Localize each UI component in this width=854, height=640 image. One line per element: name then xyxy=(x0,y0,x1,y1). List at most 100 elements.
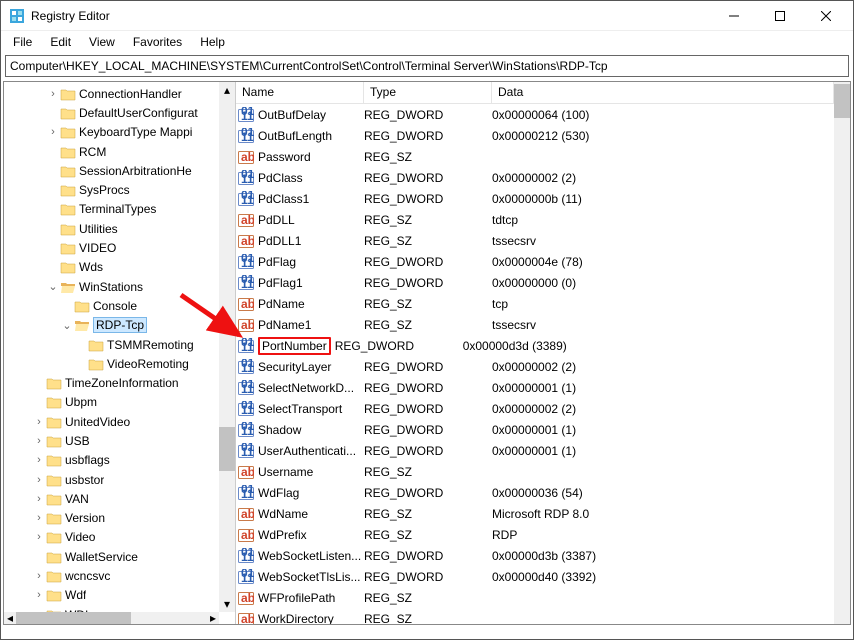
tree-vertical-scrollbar[interactable]: ▴ ▾ xyxy=(219,82,235,612)
tree-item[interactable]: ...⌄WinStations xyxy=(4,277,219,296)
folder-icon xyxy=(46,453,62,467)
value-type: REG_SZ xyxy=(364,234,492,248)
value-row[interactable]: 011110SelectTransportREG_DWORD0x00000002… xyxy=(236,398,834,419)
value-row[interactable]: 011110UserAuthenticati...REG_DWORD0x0000… xyxy=(236,440,834,461)
column-name[interactable]: Name xyxy=(236,82,364,103)
tree-item[interactable]: ..›wcncsvc xyxy=(4,566,219,585)
scrollbar-thumb[interactable] xyxy=(16,612,131,624)
value-row[interactable]: abWdPrefixREG_SZRDP xyxy=(236,524,834,545)
scrollbar-thumb[interactable] xyxy=(834,84,850,118)
menu-help[interactable]: Help xyxy=(192,33,233,51)
value-row[interactable]: 011110OutBufLengthREG_DWORD0x00000212 (5… xyxy=(236,125,834,146)
value-row[interactable]: 011110WebSocketListen...REG_DWORD0x00000… xyxy=(236,545,834,566)
tree-item[interactable]: ..›Wdf xyxy=(4,586,219,605)
tree-item[interactable]: ..›Version xyxy=(4,509,219,528)
value-row[interactable]: abWdNameREG_SZMicrosoft RDP 8.0 xyxy=(236,503,834,524)
tree-item[interactable]: ... SysProcs xyxy=(4,180,219,199)
folder-icon xyxy=(46,569,62,583)
svg-text:110: 110 xyxy=(241,130,254,144)
value-row[interactable]: 011110PortNumberREG_DWORD0x00000d3d (338… xyxy=(236,335,834,356)
tree-item[interactable]: ... TerminalTypes xyxy=(4,200,219,219)
tree-item[interactable]: ..›usbstor xyxy=(4,470,219,489)
value-type: REG_DWORD xyxy=(364,129,492,143)
scroll-right-icon[interactable]: ▸ xyxy=(207,612,219,624)
tree-horizontal-scrollbar[interactable]: ◂ ▸ xyxy=(4,612,219,624)
address-bar[interactable]: Computer\HKEY_LOCAL_MACHINE\SYSTEM\Curre… xyxy=(5,55,849,77)
scroll-down-icon[interactable]: ▾ xyxy=(219,596,235,612)
tree-item[interactable]: ..›UnitedVideo xyxy=(4,412,219,431)
column-type[interactable]: Type xyxy=(364,82,492,103)
tree-item[interactable]: ..... TSMMRemoting xyxy=(4,335,219,354)
folder-icon xyxy=(60,183,76,197)
value-data: 0x00000d3b (3387) xyxy=(492,549,834,563)
value-data: 0x0000004e (78) xyxy=(492,255,834,269)
close-button[interactable] xyxy=(803,1,849,31)
tree-item[interactable]: ..›VAN xyxy=(4,489,219,508)
value-row[interactable]: 011110PdFlag1REG_DWORD0x00000000 (0) xyxy=(236,272,834,293)
scroll-up-icon[interactable]: ▴ xyxy=(219,82,235,98)
svg-text:110: 110 xyxy=(241,571,254,585)
value-row[interactable]: abPasswordREG_SZ xyxy=(236,146,834,167)
value-row[interactable]: 011110WdFlagREG_DWORD0x00000036 (54) xyxy=(236,482,834,503)
value-row[interactable]: abWFProfilePathREG_SZ xyxy=(236,587,834,608)
tree-item[interactable]: ... SessionArbitrationHe xyxy=(4,161,219,180)
value-row[interactable]: abPdNameREG_SZtcp xyxy=(236,293,834,314)
tree-item-label: Ubpm xyxy=(65,395,97,409)
tree-item[interactable]: ..›USB xyxy=(4,431,219,450)
value-row[interactable]: 011110PdClassREG_DWORD0x00000002 (2) xyxy=(236,167,834,188)
tree-item[interactable]: ... DefaultUserConfigurat xyxy=(4,103,219,122)
tree-item[interactable]: ..›Video xyxy=(4,528,219,547)
svg-text:110: 110 xyxy=(241,340,254,354)
maximize-button[interactable] xyxy=(757,1,803,31)
value-data: Microsoft RDP 8.0 xyxy=(492,507,834,521)
value-type: REG_DWORD xyxy=(364,360,492,374)
value-row[interactable]: abUsernameREG_SZ xyxy=(236,461,834,482)
value-type: REG_SZ xyxy=(364,612,492,625)
value-row[interactable]: 011110PdFlagREG_DWORD0x0000004e (78) xyxy=(236,251,834,272)
list-vertical-scrollbar[interactable] xyxy=(834,82,850,624)
tree-item[interactable]: ..›WDI xyxy=(4,605,219,612)
tree-item[interactable]: .. TimeZoneInformation xyxy=(4,373,219,392)
tree-item[interactable]: ... Wds xyxy=(4,258,219,277)
value-name: SecurityLayer xyxy=(258,360,364,374)
value-row[interactable]: 011110PdClass1REG_DWORD0x0000000b (11) xyxy=(236,188,834,209)
value-row[interactable]: 011110OutBufDelayREG_DWORD0x00000064 (10… xyxy=(236,104,834,125)
value-row[interactable]: 011110SecurityLayerREG_DWORD0x00000002 (… xyxy=(236,356,834,377)
tree-item[interactable]: ... Utilities xyxy=(4,219,219,238)
tree-item[interactable]: ....⌄RDP-Tcp xyxy=(4,316,219,335)
value-row[interactable]: abPdDLLREG_SZtdtcp xyxy=(236,209,834,230)
binary-value-icon: 011110 xyxy=(238,380,254,396)
menu-view[interactable]: View xyxy=(81,33,123,51)
tree-item[interactable]: .. WalletService xyxy=(4,547,219,566)
tree-item[interactable]: ..... VideoRemoting xyxy=(4,354,219,373)
binary-value-icon: 011110 xyxy=(238,359,254,375)
value-row[interactable]: 011110WebSocketTlsLis...REG_DWORD0x00000… xyxy=(236,566,834,587)
svg-text:ab: ab xyxy=(241,612,254,625)
tree-item[interactable]: ... RCM xyxy=(4,142,219,161)
tree-item[interactable]: ...›KeyboardType Mappi xyxy=(4,123,219,142)
menu-edit[interactable]: Edit xyxy=(42,33,79,51)
column-data[interactable]: Data xyxy=(492,82,834,103)
scroll-left-icon[interactable]: ◂ xyxy=(4,612,16,624)
svg-text:ab: ab xyxy=(241,507,254,521)
values-list[interactable]: 011110OutBufDelayREG_DWORD0x00000064 (10… xyxy=(236,104,834,624)
tree-view[interactable]: ...›ConnectionHandler... DefaultUserConf… xyxy=(4,82,219,612)
tree-item[interactable]: ... VIDEO xyxy=(4,238,219,257)
value-row[interactable]: abPdName1REG_SZtssecsrv xyxy=(236,314,834,335)
value-row[interactable]: abWorkDirectoryREG_SZ xyxy=(236,608,834,624)
minimize-button[interactable] xyxy=(711,1,757,31)
folder-icon xyxy=(60,280,76,294)
menu-favorites[interactable]: Favorites xyxy=(125,33,190,51)
tree-item[interactable]: ...›ConnectionHandler xyxy=(4,84,219,103)
tree-item[interactable]: ..›usbflags xyxy=(4,451,219,470)
value-type: REG_DWORD xyxy=(364,423,492,437)
value-row[interactable]: 011110SelectNetworkD...REG_DWORD0x000000… xyxy=(236,377,834,398)
value-row[interactable]: abPdDLL1REG_SZtssecsrv xyxy=(236,230,834,251)
tree-item-label: ConnectionHandler xyxy=(79,87,182,101)
scrollbar-thumb[interactable] xyxy=(219,427,235,471)
value-name: WdPrefix xyxy=(258,528,364,542)
tree-item[interactable]: .. Ubpm xyxy=(4,393,219,412)
menu-file[interactable]: File xyxy=(5,33,40,51)
tree-item[interactable]: .... Console xyxy=(4,296,219,315)
value-row[interactable]: 011110ShadowREG_DWORD0x00000001 (1) xyxy=(236,419,834,440)
